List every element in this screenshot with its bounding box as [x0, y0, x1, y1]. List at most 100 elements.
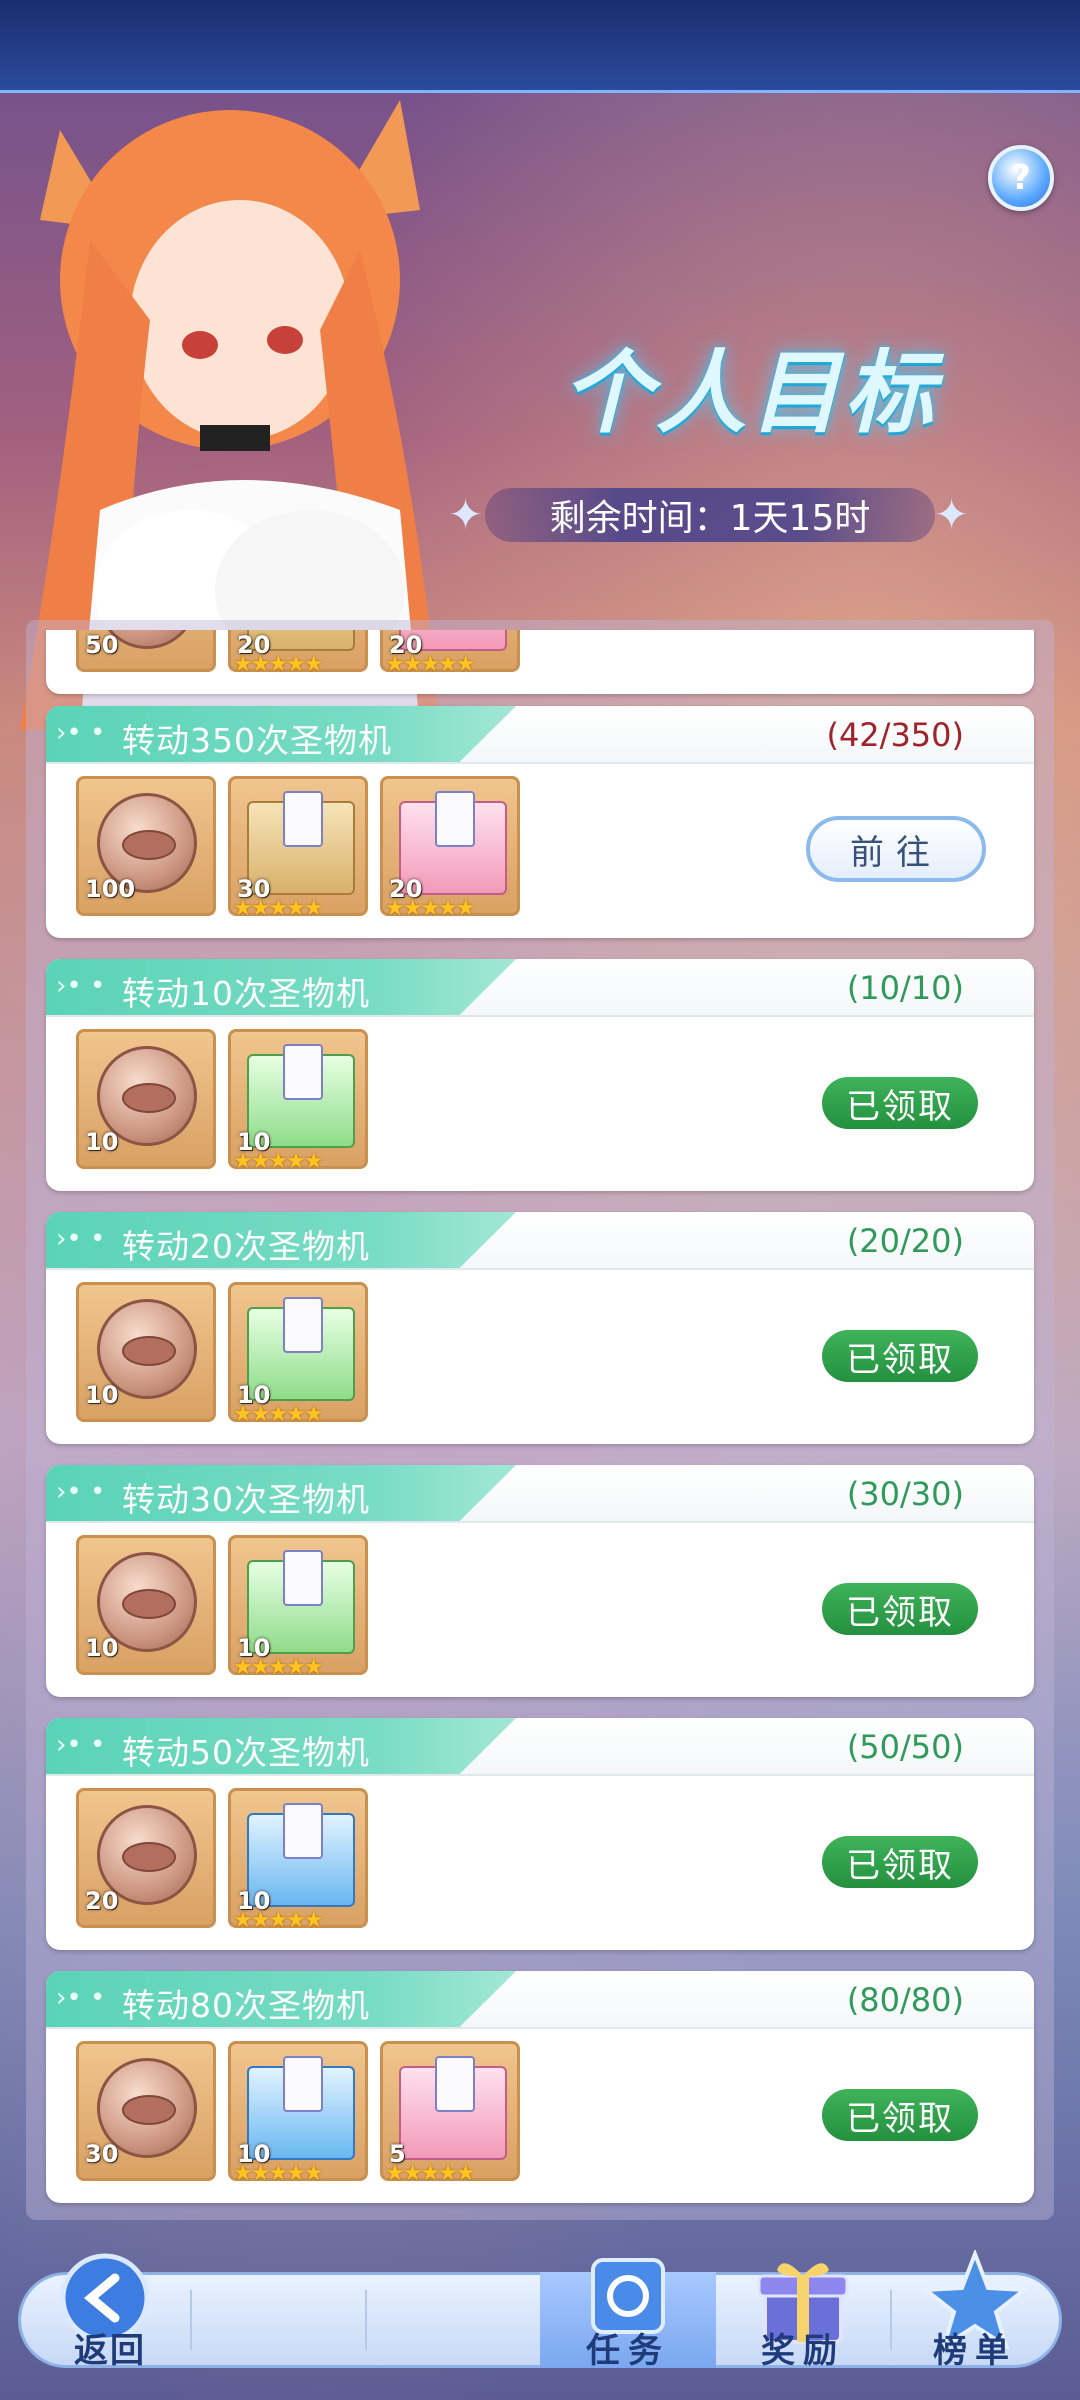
lips-emblem — [122, 1842, 176, 1872]
task-header: ›• • 转动80次圣物机 (80/80) — [46, 1971, 1034, 2029]
task-progress: (10/10) — [846, 969, 964, 1007]
ribbon-chevron-icon: ›• • — [56, 1477, 106, 1507]
rewards-label: 奖励 — [761, 2331, 845, 2371]
card-pack — [283, 1550, 323, 1606]
ranking-label: 榜单 — [933, 2331, 1017, 2371]
task-header: ›• • 转动50次圣物机 (50/50) — [46, 1718, 1034, 1776]
ribbon-chevron-icon: ›• • — [56, 1224, 106, 1254]
reward-quantity: 30 — [85, 2140, 119, 2168]
task-progress: (80/80) — [846, 1981, 964, 2019]
reward-item[interactable]: 100 — [76, 776, 216, 916]
star-rating: ★★★★★ — [233, 2161, 324, 2186]
pink-box-icon — [399, 2056, 507, 2160]
star-rating: ★★★★★ — [385, 652, 476, 677]
claimed-badge: 已领取 — [822, 1077, 978, 1129]
nav-divider — [190, 2290, 192, 2350]
reward-item[interactable]: 10 ★★★★★ — [228, 2041, 368, 2186]
card-pack — [435, 791, 475, 847]
lips-emblem — [122, 830, 176, 860]
tab-tasks[interactable]: 任务 — [540, 2250, 716, 2380]
reward-item[interactable]: 10 ★★★★★ — [228, 1788, 368, 1933]
card-pack — [283, 2056, 323, 2112]
star-rating: ★★★★★ — [233, 652, 324, 677]
task-progress: (30/30) — [846, 1475, 964, 1513]
card-pack — [283, 1044, 323, 1100]
ribbon-chevron-icon: ›• • — [56, 1983, 106, 2013]
lips-emblem — [122, 1336, 176, 1366]
reward-quantity: 10 — [85, 1634, 119, 1662]
reward-quantity: 10 — [85, 1381, 119, 1409]
task-title: 转动30次圣物机 — [122, 1480, 370, 1519]
reward-item[interactable]: 50 — [76, 630, 216, 672]
star-rating: ★★★★★ — [233, 1655, 324, 1680]
lips-emblem — [122, 1083, 176, 1113]
task-title: 转动50次圣物机 — [122, 1733, 370, 1772]
card-pack — [283, 1297, 323, 1353]
task-header: ›• • 转动10次圣物机 (10/10) — [46, 959, 1034, 1017]
task-card: ›• • 转动30次圣物机 (30/30) 10 10 ★★★★★ 已领取 — [46, 1465, 1034, 1697]
task-title: 转动10次圣物机 — [122, 974, 370, 1013]
card-pack — [283, 1803, 323, 1859]
task-progress: (50/50) — [846, 1728, 964, 1766]
task-header: ›• • 转动30次圣物机 (30/30) — [46, 1465, 1034, 1523]
task-header: ›• • 转动350次圣物机 (42/350) — [46, 706, 1034, 764]
reward-item[interactable]: 10 — [76, 1029, 216, 1169]
star-rating: ★★★★★ — [385, 896, 476, 921]
claimed-badge: 已领取 — [822, 2089, 978, 2141]
card-pack — [435, 2056, 475, 2112]
task-header: ›• • 转动20次圣物机 (20/20) — [46, 1212, 1034, 1270]
card-pack — [283, 791, 323, 847]
reward-item[interactable]: 20 — [76, 1788, 216, 1928]
task-card-partial: 50 20 ★★★★★ 20 ★★★★★ — [46, 630, 1034, 694]
remaining-time: 剩余时间：1天15时 — [485, 488, 935, 542]
back-button[interactable]: 返回 — [40, 2250, 180, 2380]
back-label: 返回 — [74, 2331, 146, 2371]
claimed-badge: 已领取 — [822, 1836, 978, 1888]
reward-item[interactable]: 30 ★★★★★ — [228, 776, 368, 921]
reward-item[interactable]: 10 — [76, 1535, 216, 1675]
reward-item[interactable]: 10 — [76, 1282, 216, 1422]
task-progress: (42/350) — [826, 716, 964, 754]
star-rating: ★★★★★ — [233, 896, 324, 921]
help-button[interactable]: ? — [988, 145, 1054, 211]
star-rating: ★★★★★ — [233, 1908, 324, 1933]
task-card: ›• • 转动50次圣物机 (50/50) 20 10 ★★★★★ 已领取 — [46, 1718, 1034, 1950]
ribbon-chevron-icon: ›• • — [56, 971, 106, 1001]
reward-quantity: 50 — [85, 631, 119, 659]
task-progress: (20/20) — [846, 1222, 964, 1260]
task-card: ›• • 转动10次圣物机 (10/10) 10 10 ★★★★★ 已领取 — [46, 959, 1034, 1191]
ribbon-chevron-icon: ›• • — [56, 718, 106, 748]
task-card: ›• • 转动20次圣物机 (20/20) 10 10 ★★★★★ 已领取 — [46, 1212, 1034, 1444]
reward-item[interactable]: 10 ★★★★★ — [228, 1282, 368, 1427]
sparkle-icon: ✦ — [448, 490, 484, 539]
lips-emblem — [122, 1589, 176, 1619]
lips-emblem — [122, 2095, 176, 2125]
task-card: ›• • 转动350次圣物机 (42/350) 100 30 ★★★★★ 20 ★★★★★ 前往 — [46, 706, 1034, 938]
reward-item[interactable]: 20 ★★★★★ — [380, 776, 520, 921]
go-button[interactable]: 前往 — [806, 816, 986, 882]
task-title: 转动20次圣物机 — [122, 1227, 370, 1266]
sparkle-icon: ✦ — [934, 490, 970, 539]
top-bar — [0, 0, 1080, 93]
reward-quantity: 100 — [85, 875, 136, 903]
task-title: 转动80次圣物机 — [122, 1986, 370, 2025]
task-list[interactable]: 50 20 ★★★★★ 20 ★★★★★ ›• • 转动350次圣物机 (42/350) 10… — [0, 630, 1080, 2220]
reward-quantity: 20 — [85, 1887, 119, 1915]
star-rating: ★★★★★ — [233, 1402, 324, 1427]
reward-item[interactable]: 30 — [76, 2041, 216, 2181]
star-rating: ★★★★★ — [233, 1149, 324, 1174]
reward-item[interactable]: 10 ★★★★★ — [228, 1535, 368, 1680]
ribbon-chevron-icon: ›• • — [56, 1730, 106, 1760]
claimed-badge: 已领取 — [822, 1330, 978, 1382]
reward-item[interactable]: 10 ★★★★★ — [228, 1029, 368, 1174]
tab-ranking[interactable]: 榜单 — [895, 2250, 1055, 2380]
question-icon: ? — [1011, 158, 1031, 198]
reward-item[interactable]: 5 ★★★★★ — [380, 2041, 520, 2186]
nav-divider — [365, 2290, 367, 2350]
reward-item[interactable]: 20 ★★★★★ — [380, 630, 520, 677]
reward-quantity: 10 — [85, 1128, 119, 1156]
tasks-label: 任务 — [586, 2331, 670, 2371]
reward-item[interactable]: 20 ★★★★★ — [228, 630, 368, 677]
tab-rewards[interactable]: 奖励 — [715, 2250, 891, 2380]
claimed-badge: 已领取 — [822, 1583, 978, 1635]
